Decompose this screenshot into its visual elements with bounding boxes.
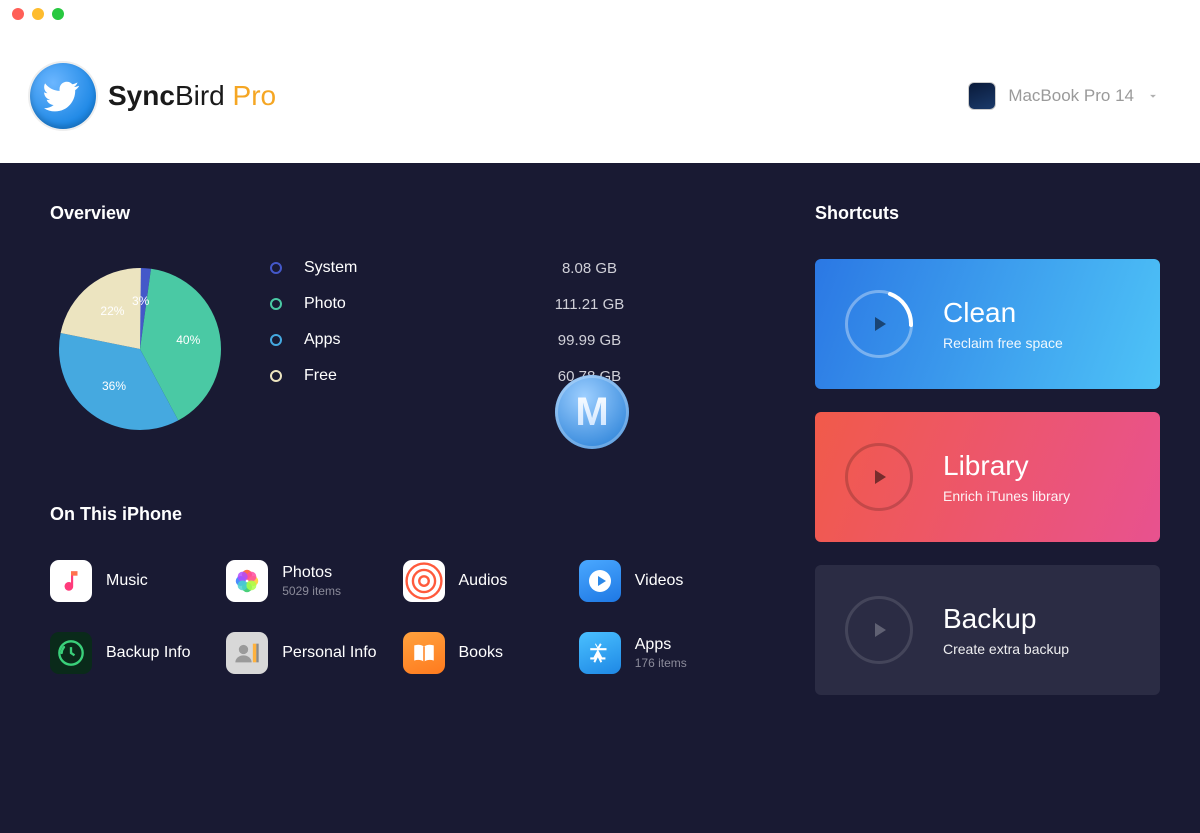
category-audios[interactable]: Audios: [403, 560, 579, 602]
legend-row: System 8.08 GB: [270, 259, 755, 277]
category-label: Photos: [282, 564, 341, 582]
category-label: Personal Info: [282, 644, 376, 662]
legend-row: Apps 99.99 GB: [270, 331, 755, 349]
category-apps[interactable]: Apps 176 items: [579, 632, 755, 674]
category-label: Books: [459, 644, 503, 662]
category-label: Music: [106, 572, 148, 590]
shortcut-title: Clean: [943, 297, 1063, 329]
legend-dot-icon: [270, 298, 282, 310]
pie-slice-label: 22%: [100, 304, 124, 318]
legend-row: Free 60.78 GB: [270, 367, 755, 385]
legend-label: Photo: [304, 295, 424, 313]
iphone-section-heading: On This iPhone: [50, 504, 755, 525]
category-personal-info[interactable]: Personal Info: [226, 632, 402, 674]
progress-arc-icon: [845, 290, 913, 358]
shortcut-library[interactable]: Library Enrich iTunes library: [815, 412, 1160, 542]
overview-heading: Overview: [50, 203, 755, 224]
personal-info-icon: [226, 632, 268, 674]
legend-label: Free: [304, 367, 424, 385]
app-name: SyncBird Pro: [108, 80, 276, 112]
music-icon: [50, 560, 92, 602]
category-label: Audios: [459, 572, 508, 590]
play-icon: [845, 290, 913, 358]
audios-icon: [403, 560, 445, 602]
shortcut-title: Backup: [943, 603, 1069, 635]
app-logo: SyncBird Pro: [30, 63, 276, 129]
chevron-down-icon: [1146, 89, 1160, 103]
legend-label: Apps: [304, 331, 424, 349]
shortcut-backup[interactable]: Backup Create extra backup: [815, 565, 1160, 695]
legend-value: 111.21 GB: [424, 296, 755, 313]
shortcut-subtitle: Create extra backup: [943, 641, 1069, 657]
category-label: Apps: [635, 636, 687, 654]
legend-value: 99.99 GB: [424, 332, 755, 349]
backup-info-icon: [50, 632, 92, 674]
shortcut-subtitle: Enrich iTunes library: [943, 488, 1070, 504]
window-titlebar: [0, 0, 1200, 28]
videos-icon: [579, 560, 621, 602]
category-backup-info[interactable]: Backup Info: [50, 632, 226, 674]
play-icon: [845, 443, 913, 511]
legend-dot-icon: [270, 334, 282, 346]
shortcut-title: Library: [943, 450, 1070, 482]
bird-glyph: [44, 77, 82, 115]
app-header: SyncBird Pro MacBook Pro 14: [0, 28, 1200, 163]
pie-slice-label: 36%: [102, 379, 126, 393]
close-window-button[interactable]: [12, 8, 24, 20]
bird-icon: [30, 63, 96, 129]
category-music[interactable]: Music: [50, 560, 226, 602]
apps-icon: [579, 632, 621, 674]
category-books[interactable]: Books: [403, 632, 579, 674]
maximize-window-button[interactable]: [52, 8, 64, 20]
books-icon: [403, 632, 445, 674]
legend-value: 8.08 GB: [424, 260, 755, 277]
category-subtitle: 176 items: [635, 656, 687, 670]
category-videos[interactable]: Videos: [579, 560, 755, 602]
device-name: MacBook Pro 14: [1008, 86, 1134, 106]
storage-legend: System 8.08 GB Photo 111.21 GB Apps 99.9…: [270, 259, 755, 403]
watermark-badge: M: [555, 375, 629, 449]
play-icon: [845, 596, 913, 664]
shortcut-subtitle: Reclaim free space: [943, 335, 1063, 351]
category-label: Videos: [635, 572, 684, 590]
shortcuts-heading: Shortcuts: [815, 203, 1160, 224]
legend-dot-icon: [270, 370, 282, 382]
legend-label: System: [304, 259, 424, 277]
storage-pie-chart: 3% 40% 36% 22%: [50, 259, 230, 439]
category-photos[interactable]: Photos 5029 items: [226, 560, 402, 602]
shortcut-clean[interactable]: Clean Reclaim free space: [815, 259, 1160, 389]
legend-dot-icon: [270, 262, 282, 274]
category-label: Backup Info: [106, 644, 191, 662]
photos-icon: [226, 560, 268, 602]
pie-slice-label: 3%: [132, 294, 149, 308]
main-content: Overview 3% 40% 36% 22% System 8.08 GB Phot…: [0, 163, 1200, 833]
minimize-window-button[interactable]: [32, 8, 44, 20]
category-subtitle: 5029 items: [282, 584, 341, 598]
device-thumbnail-icon: [968, 82, 996, 110]
device-selector[interactable]: MacBook Pro 14: [968, 82, 1160, 110]
legend-row: Photo 111.21 GB: [270, 295, 755, 313]
pie-slice-label: 40%: [176, 333, 200, 347]
